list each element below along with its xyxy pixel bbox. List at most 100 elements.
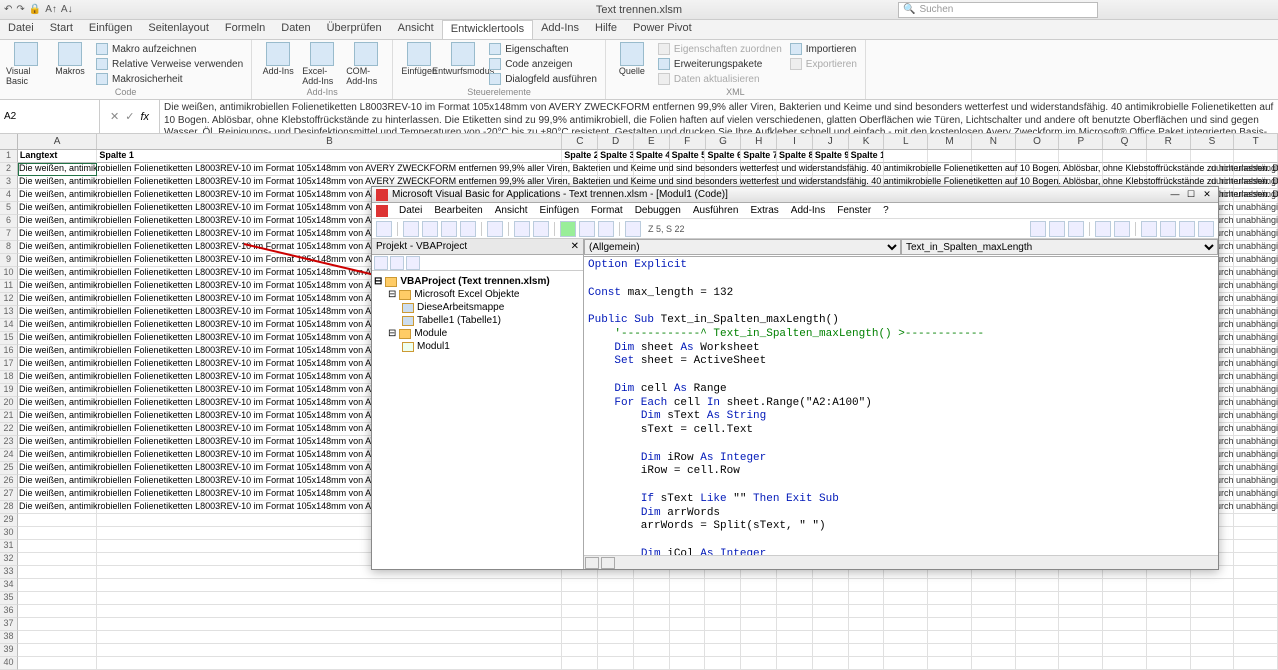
cell[interactable] [777,618,813,631]
cell[interactable] [705,605,741,618]
vba-tb-save-icon[interactable] [403,221,419,237]
qat-redo-icon[interactable]: ↷ [16,4,24,15]
cell[interactable] [598,579,634,592]
quelle-button[interactable]: Quelle [612,42,652,76]
cell[interactable] [18,280,98,293]
cell[interactable]: Spalte 5 [670,150,706,163]
cell[interactable] [884,163,928,176]
cell[interactable] [1059,163,1103,176]
cell[interactable] [741,618,777,631]
tree-workbook[interactable]: DieseArbeitsmappe [374,301,581,314]
row-header[interactable]: 13 [0,306,18,319]
cell[interactable] [1016,150,1060,163]
relative-verweise-button[interactable]: Relative Verweise verwenden [94,57,245,71]
vba-menu-item[interactable]: Format [586,205,628,216]
proj-tb-view-object-icon[interactable] [390,256,404,270]
cell[interactable] [598,631,634,644]
cell[interactable] [18,488,98,501]
cell[interactable] [18,384,98,397]
tab-addins[interactable]: Add-Ins [533,20,587,39]
row-header[interactable]: 4 [0,189,18,202]
cell[interactable]: Spalte 10 [849,150,885,163]
cell[interactable] [18,332,98,345]
row-header[interactable]: 39 [0,644,18,657]
row-header[interactable]: 30 [0,527,18,540]
cell[interactable] [705,631,741,644]
cell[interactable] [18,436,98,449]
cell[interactable] [18,423,98,436]
cell[interactable] [634,592,670,605]
cell[interactable] [18,228,98,241]
code-procedure-select[interactable]: Text_in_Spalten_maxLength [901,239,1218,255]
vba-tb-extra7-icon[interactable] [1160,221,1176,237]
cell[interactable] [562,592,598,605]
vba-tb-extra3-icon[interactable] [1068,221,1084,237]
tab-hilfe[interactable]: Hilfe [587,20,625,39]
cell[interactable] [97,657,562,670]
row-header[interactable]: 9 [0,254,18,267]
cell[interactable]: Spalte 8 [777,150,813,163]
cell[interactable] [741,579,777,592]
cell[interactable] [1234,592,1278,605]
enter-formula-icon[interactable]: ✓ [125,110,134,123]
vba-tb-extra9-icon[interactable] [1198,221,1214,237]
cell[interactable] [1147,605,1191,618]
row-header[interactable]: 18 [0,371,18,384]
cell[interactable] [18,358,98,371]
visual-basic-button[interactable]: Visual Basic [6,42,46,86]
column-header-T[interactable]: T [1234,134,1278,149]
dialogfeld-button[interactable]: Dialogfeld ausführen [487,72,599,86]
cell[interactable] [1103,150,1147,163]
cell[interactable] [928,605,972,618]
row-header[interactable]: 10 [0,267,18,280]
row-header[interactable]: 15 [0,332,18,345]
tab-ueberpruefen[interactable]: Überprüfen [319,20,390,39]
cell[interactable]: Spalte 2 [562,150,598,163]
project-tree[interactable]: ⊟VBAProject (Text trennen.xlsm) ⊟Microso… [372,271,583,569]
cell[interactable] [1147,644,1191,657]
vba-tb-cut-icon[interactable] [422,221,438,237]
cell[interactable] [972,579,1016,592]
cell[interactable] [1234,566,1278,579]
cell[interactable] [18,592,98,605]
cell[interactable] [705,579,741,592]
cell[interactable] [18,397,98,410]
cell[interactable] [884,644,928,657]
row-header[interactable]: 23 [0,436,18,449]
cell[interactable] [813,618,849,631]
cell[interactable] [777,163,813,176]
row-header[interactable]: 22 [0,423,18,436]
vba-tb-undo-icon[interactable] [514,221,530,237]
vba-tb-extra4-icon[interactable] [1095,221,1111,237]
cell[interactable] [928,150,972,163]
cell[interactable] [1234,657,1278,670]
qat-font-decrease[interactable]: A↓ [61,4,73,15]
cell[interactable] [705,657,741,670]
cell[interactable] [777,579,813,592]
cell[interactable] [18,267,98,280]
cell[interactable] [18,345,98,358]
cell[interactable] [97,618,562,631]
cell[interactable] [1103,605,1147,618]
cell[interactable] [1016,618,1060,631]
column-header-B[interactable]: B [97,134,562,149]
cell[interactable] [777,631,813,644]
full-module-view-icon[interactable] [601,557,615,569]
search-box[interactable]: 🔍 Suchen [898,2,1098,18]
vba-title-bar[interactable]: Microsoft Visual Basic for Applications … [372,187,1218,203]
row-header[interactable]: 11 [0,280,18,293]
vba-menu-item[interactable]: Ausführen [688,205,744,216]
cell[interactable] [849,163,885,176]
cell[interactable] [562,631,598,644]
cell[interactable] [670,163,706,176]
column-header-L[interactable]: L [884,134,928,149]
vba-tb-paste-icon[interactable] [460,221,476,237]
column-header-S[interactable]: S [1191,134,1235,149]
cell[interactable] [1147,163,1191,176]
cell[interactable] [705,592,741,605]
cell[interactable] [884,579,928,592]
cell[interactable] [1191,605,1235,618]
cell[interactable] [1147,618,1191,631]
cell[interactable] [1103,163,1147,176]
cell[interactable] [928,579,972,592]
